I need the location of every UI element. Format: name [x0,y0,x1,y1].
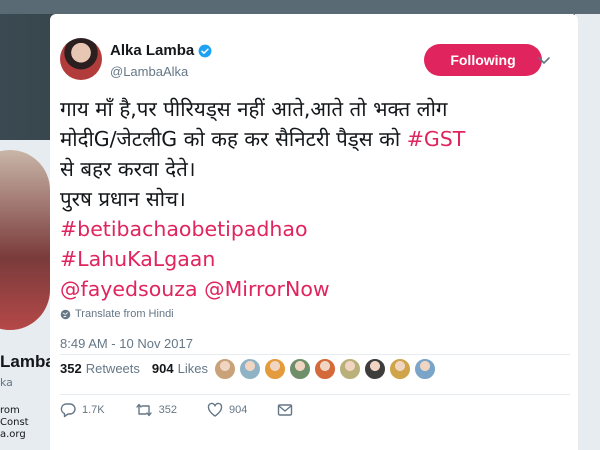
divider [60,354,570,355]
tweet-timestamp[interactable]: 8:49 AM - 10 Nov 2017 [60,336,193,351]
liker-avatar[interactable] [214,358,236,380]
direct-message-button[interactable] [277,402,299,418]
hashtag-gst[interactable]: #GST [407,127,466,151]
profile-avatar [0,150,50,330]
tweet-actions: 1.7K 352 904 [60,402,329,418]
tweet-card: Alka Lamba @LambaAlka Following गाय माँ … [50,14,578,450]
tweet-line: गाय माँ है,पर पीरियड्स नहीं आते,आते तो भ… [60,94,572,124]
mention-links[interactable]: @fayedsouza @MirrorNow [60,277,330,301]
retweet-count: 352 [158,404,177,416]
following-button[interactable]: Following [424,44,542,76]
reply-button[interactable]: 1.7K [60,402,105,418]
retweet-icon [135,403,152,417]
profile-bio: rom Const a.org [0,405,30,441]
tweet-line-text: पुरष प्रधान सोच। [60,187,186,211]
divider [60,394,570,395]
liker-avatar[interactable] [364,358,386,380]
tweet-line-text: से बहर करवा देते। [60,157,196,181]
liker-avatar[interactable] [414,358,436,380]
profile-name: Lamba [0,352,55,371]
liker-avatar[interactable] [239,358,261,380]
tweet-text: गाय माँ है,पर पीरियड्स नहीं आते,आते तो भ… [60,94,572,304]
hashtag-betibachaobetipadhao[interactable]: #betibachaobetipadhao [60,217,308,241]
likes-stat[interactable]: 904 Likes [152,361,208,376]
more-options-chevron-down-icon[interactable] [536,52,552,68]
page-header [0,0,600,14]
page-right-gutter [575,14,600,450]
liker-avatars [214,358,439,380]
liker-avatar[interactable] [264,358,286,380]
reply-icon [60,403,76,418]
profile-bio-line: Const [0,417,29,428]
profile-bio-line: rom [0,405,20,416]
author-name-row[interactable]: Alka Lamba [110,42,212,59]
envelope-icon [278,404,293,416]
translate-link[interactable]: Translate from Hindi [60,308,174,320]
like-button[interactable]: 904 [207,402,247,418]
profile-handle: ka [0,376,13,389]
retweets-label: Retweets [85,361,140,376]
author-avatar[interactable] [60,38,102,80]
tweet-line: पुरष प्रधान सोच। [60,184,572,214]
profile-bio-line: a.org [0,429,26,440]
likes-label: Likes [177,361,208,376]
tweet-line: से बहर करवा देते। [60,154,572,184]
author-handle[interactable]: @LambaAlka [110,64,188,79]
liker-avatar[interactable] [314,358,336,380]
heart-icon [207,402,223,417]
retweet-button[interactable]: 352 [135,402,177,418]
engagement-stats: 352 Retweets 904 Likes [60,361,220,376]
retweets-count: 352 [60,361,82,376]
tweet-line: मोदीG/जेटलीG को कह कर सैनिटरी पैड्स को #… [60,124,572,154]
verified-badge-icon [198,44,212,57]
globe-icon [60,309,71,319]
reply-count: 1.7K [82,404,105,416]
tweet-line-text: मोदीG/जेटलीG को कह कर सैनिटरी पैड्स को [60,127,407,151]
liker-avatar[interactable] [389,358,411,380]
tweet-line-text: गाय माँ है,पर पीरियड्स नहीं आते,आते तो भ… [60,97,448,121]
translate-label[interactable]: Translate from Hindi [75,308,174,320]
like-count: 904 [229,404,248,416]
hashtag-lahukalgaan[interactable]: #LahuKaLgaan [60,247,215,271]
tweet-line: @fayedsouza @MirrorNow [60,274,572,304]
retweets-stat[interactable]: 352 Retweets [60,361,140,376]
liker-avatar[interactable] [289,358,311,380]
liker-avatar[interactable] [339,358,361,380]
tweet-line: #betibachaobetipadhao [60,214,572,244]
likes-count: 904 [151,361,174,376]
tweet-line: #LahuKaLgaan [60,244,572,274]
author-name[interactable]: Alka Lamba [110,42,194,59]
